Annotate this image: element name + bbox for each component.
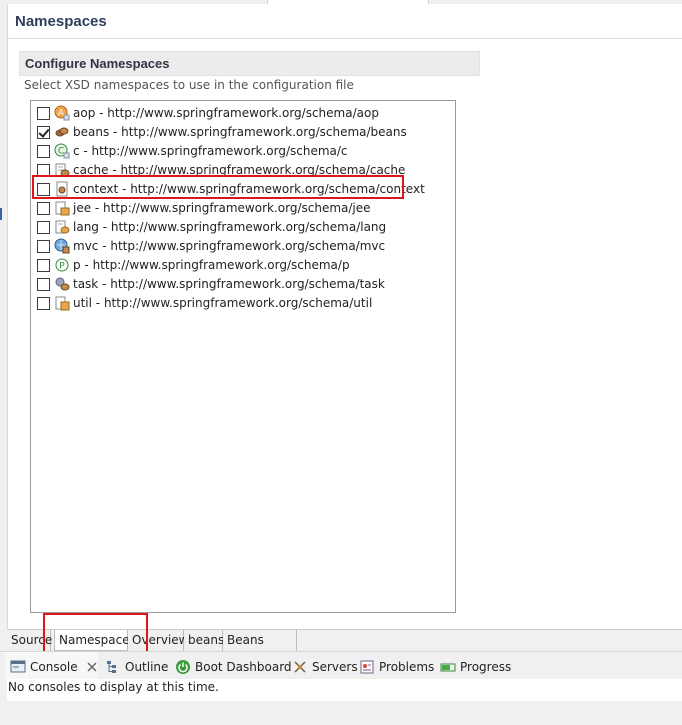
c-namespace-icon: C: [54, 143, 70, 159]
beans-xml-editor: Namespaces Configure Namespaces Select X…: [7, 4, 682, 629]
namespace-row-util[interactable]: util - http://www.springframework.org/sc…: [37, 294, 372, 312]
svg-text:P: P: [59, 262, 65, 272]
progress-label: Progress: [460, 660, 512, 674]
lang-label: lang - http://www.springframework.org/sc…: [73, 220, 387, 234]
outline-tab[interactable]: Outline: [105, 659, 168, 675]
problems-label: Problems: [379, 660, 435, 674]
mvc-label: mvc - http://www.springframework.org/sch…: [73, 239, 386, 253]
cache-icon: [54, 162, 70, 178]
tab-overview[interactable]: Overview: [128, 630, 189, 651]
util-checkbox[interactable]: [37, 296, 50, 310]
namespace-row-c[interactable]: C c - http://www.springframework.org/sch…: [37, 142, 348, 160]
tab-namespaces[interactable]: Namespaces: [54, 630, 136, 651]
servers-label: Servers: [312, 660, 358, 674]
outline-label: Outline: [125, 660, 169, 674]
progress-tab[interactable]: Progress: [440, 659, 511, 675]
section-description: Select XSD namespaces to use in the conf…: [24, 78, 354, 92]
cache-checkbox[interactable]: [37, 163, 50, 177]
namespace-list[interactable]: A aop - http://www.springframework.org/s…: [30, 100, 456, 613]
tab-beans-graph[interactable]: Beans Graph: [223, 630, 297, 667]
aop-label: aop - http://www.springframework.org/sch…: [73, 106, 379, 120]
cache-label: cache - http://www.springframework.org/s…: [73, 163, 406, 177]
util-icon: [54, 295, 70, 311]
mvc-checkbox[interactable]: [37, 239, 50, 253]
namespace-row-cache[interactable]: cache - http://www.springframework.org/s…: [37, 161, 405, 179]
namespace-row-p[interactable]: P p - http://www.springframework.org/sch…: [37, 256, 350, 274]
progress-icon: [440, 659, 456, 675]
console-message: No consoles to display at this time.: [8, 680, 219, 694]
bottom-view-bar: Console Outline Boot Dashboard Servers P…: [0, 651, 682, 680]
mvc-icon: [54, 238, 70, 254]
boot-dashboard-label: Boot Dashboard: [195, 660, 292, 674]
configure-namespaces-header: Configure Namespaces: [19, 51, 480, 76]
namespace-row-context[interactable]: context - http://www.springframework.org…: [37, 180, 425, 198]
svg-text:C: C: [58, 147, 64, 157]
console-icon: [10, 659, 26, 675]
namespace-row-mvc[interactable]: mvc - http://www.springframework.org/sch…: [37, 237, 385, 255]
boot-dashboard-tab[interactable]: Boot Dashboard: [175, 659, 292, 675]
task-label: task - http://www.springframework.org/sc…: [73, 277, 385, 291]
util-label: util - http://www.springframework.org/sc…: [73, 296, 373, 310]
namespace-row-jee[interactable]: jee - http://www.springframework.org/sch…: [37, 199, 371, 217]
section-title: Configure Namespaces: [25, 56, 170, 71]
jee-icon: [54, 200, 70, 216]
tab-source[interactable]: Source: [7, 630, 52, 651]
servers-icon: [292, 659, 308, 675]
problems-tab[interactable]: Problems: [359, 659, 434, 675]
namespace-row-aop[interactable]: A aop - http://www.springframework.org/s…: [37, 104, 379, 122]
console-label: Console: [30, 660, 78, 674]
power-icon: [175, 659, 191, 675]
namespace-row-lang[interactable]: lang - http://www.springframework.org/sc…: [37, 218, 386, 236]
outline-icon: [105, 659, 121, 675]
console-tab[interactable]: Console: [10, 659, 104, 675]
servers-tab[interactable]: Servers: [292, 659, 358, 675]
p-checkbox[interactable]: [37, 258, 50, 272]
task-icon: [54, 276, 70, 292]
lang-checkbox[interactable]: [37, 220, 50, 234]
beans-checkbox[interactable]: [37, 125, 50, 139]
console-area: No consoles to display at this time.: [7, 679, 682, 725]
namespace-row-beans[interactable]: beans - http://www.springframework.org/s…: [37, 123, 407, 141]
title-separator: [8, 38, 682, 39]
beans-label: beans - http://www.springframework.org/s…: [73, 125, 407, 139]
context-label: context - http://www.springframework.org…: [73, 182, 425, 196]
aop-checkbox[interactable]: [37, 106, 50, 120]
c-checkbox[interactable]: [37, 144, 50, 158]
context-checkbox[interactable]: [37, 182, 50, 196]
context-icon: [54, 181, 70, 197]
namespace-row-task[interactable]: task - http://www.springframework.org/sc…: [37, 275, 385, 293]
p-label: p - http://www.springframework.org/schem…: [73, 258, 350, 272]
left-edge-marker: [0, 208, 2, 220]
aop-icon: A: [54, 105, 70, 121]
jee-checkbox[interactable]: [37, 201, 50, 215]
problems-icon: [359, 659, 375, 675]
tab-beans[interactable]: beans: [184, 630, 224, 651]
page-title: Namespaces: [15, 13, 107, 30]
console-empty-area: [7, 701, 682, 725]
lang-icon: [54, 219, 70, 235]
editor-tab-bar: Source Namespaces Overview beans Beans G…: [7, 629, 682, 667]
task-checkbox[interactable]: [37, 277, 50, 291]
p-namespace-icon: P: [54, 257, 70, 273]
c-label: c - http://www.springframework.org/schem…: [73, 144, 348, 158]
beans-icon: [54, 124, 70, 140]
jee-label: jee - http://www.springframework.org/sch…: [73, 201, 371, 215]
close-icon[interactable]: [84, 659, 100, 675]
